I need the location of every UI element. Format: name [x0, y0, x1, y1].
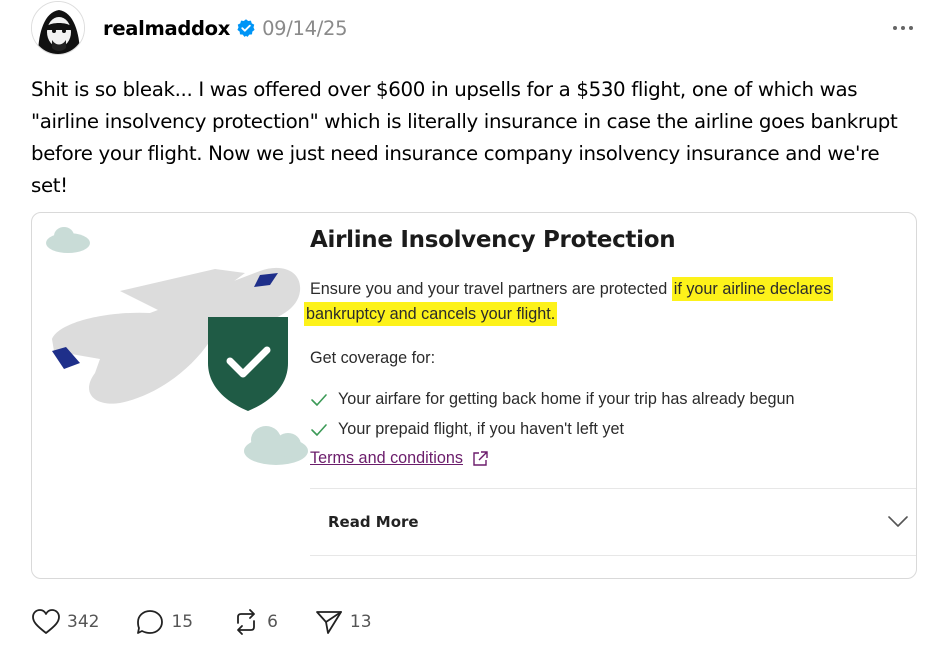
like-button[interactable]: 342 — [31, 608, 99, 636]
share-button[interactable]: 13 — [314, 608, 372, 636]
description-highlight: bankruptcy and cancels your flight. — [304, 302, 558, 326]
reply-icon — [137, 610, 164, 634]
cloud-icon — [46, 227, 90, 253]
post-header: realmaddox 09/14/25 — [103, 13, 348, 43]
cloud-icon — [244, 426, 308, 465]
avatar[interactable] — [31, 1, 85, 55]
post-timestamp[interactable]: 09/14/25 — [262, 17, 347, 40]
repost-button[interactable]: 6 — [231, 608, 278, 636]
airplane-shield-illustration — [46, 227, 308, 465]
terms-link-label: Terms and conditions — [310, 449, 463, 467]
more-icon — [893, 26, 913, 30]
read-more-label: Read More — [328, 513, 419, 531]
description-text: Ensure you and your travel partners are … — [310, 280, 672, 298]
repost-icon — [237, 609, 255, 635]
divider — [310, 555, 916, 556]
reply-button[interactable]: 15 — [135, 608, 193, 636]
heart-icon — [32, 609, 60, 634]
benefit-item: Your airfare for getting back home if yo… — [310, 390, 795, 409]
reply-count: 15 — [171, 612, 194, 632]
embedded-image-card[interactable]: Airline Insolvency Protection Ensure you… — [31, 212, 917, 579]
benefit-text: Your airfare for getting back home if yo… — [338, 390, 795, 408]
repost-count: 6 — [267, 612, 278, 632]
terms-link[interactable]: Terms and conditions — [310, 449, 489, 468]
avatar-image — [32, 2, 84, 54]
shield-check-icon — [208, 317, 288, 411]
external-link-icon — [471, 450, 489, 468]
benefit-text: Your prepaid flight, if you haven't left… — [338, 420, 624, 438]
post-text: Shit is so bleak... I was offered over $… — [31, 78, 904, 197]
action-bar: 342 15 6 13 — [31, 608, 372, 636]
benefit-item: Your prepaid flight, if you haven't left… — [310, 420, 624, 439]
description-highlight: if your airline declares — [671, 277, 834, 301]
username[interactable]: realmaddox — [103, 17, 230, 40]
coverage-label: Get coverage for: — [310, 349, 436, 367]
read-more-toggle[interactable]: Read More — [310, 489, 916, 555]
check-icon — [310, 423, 330, 437]
like-count: 342 — [67, 612, 100, 632]
card-description: Ensure you and your travel partners are … — [304, 277, 904, 327]
verified-badge-icon — [236, 18, 256, 38]
more-options-button[interactable] — [888, 16, 918, 40]
share-count: 13 — [349, 612, 372, 632]
card-title: Airline Insolvency Protection — [310, 227, 676, 253]
chevron-down-icon — [888, 516, 908, 528]
check-icon — [310, 393, 330, 407]
share-icon — [316, 611, 342, 634]
